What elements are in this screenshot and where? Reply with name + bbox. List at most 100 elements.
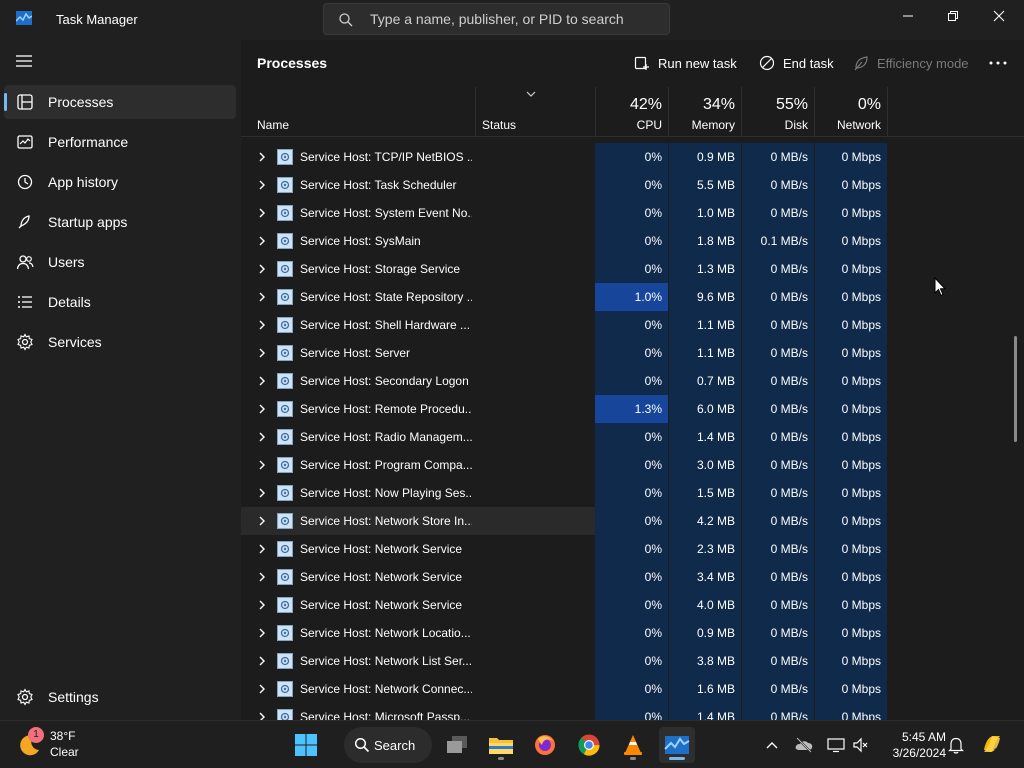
search-input[interactable]	[370, 9, 660, 29]
table-row[interactable]: Service Host: Microsoft Passp... 0% 1.4 MB…	[241, 703, 887, 720]
network-column-header[interactable]: 0% Network	[814, 87, 887, 137]
chevron-right-icon[interactable]	[257, 600, 267, 610]
chevron-right-icon[interactable]	[257, 656, 267, 666]
table-row[interactable]: Service Host: Network Service 0% 4.0 MB 0 M…	[241, 591, 887, 619]
table-row[interactable]: Service Host: Network Service 0% 3.4 MB 0 M…	[241, 563, 887, 591]
efficiency-mode-button[interactable]: Efficiency mode	[853, 50, 969, 76]
table-row[interactable]: Service Host: Remote Procedu... 1.3% 6.0 M…	[241, 395, 887, 423]
disk-cell: 0 MB/s	[741, 367, 814, 395]
table-row[interactable]: Service Host: Secondary Logon 0% 0.7 MB 0 M…	[241, 367, 887, 395]
search-box[interactable]	[323, 3, 670, 35]
table-row[interactable]: Service Host: System Event No... 0% 1.0 MB…	[241, 199, 887, 227]
svg-text:PRE: PRE	[994, 748, 1004, 755]
table-row[interactable]: Service Host: Shell Hardware ... 0% 1.1 MB…	[241, 311, 887, 339]
restore-button[interactable]	[930, 0, 976, 32]
close-button[interactable]	[976, 0, 1022, 32]
task-view-button[interactable]	[439, 727, 475, 763]
sidebar-item-app-history[interactable]: App history	[4, 165, 236, 199]
chevron-right-icon[interactable]	[257, 432, 267, 442]
chevron-right-icon[interactable]	[257, 320, 267, 330]
memory-column-header[interactable]: 34% Memory	[668, 87, 741, 137]
tray-volume-button[interactable]	[851, 735, 871, 755]
sidebar-item-users[interactable]: Users	[4, 245, 236, 279]
chrome-button[interactable]	[571, 727, 607, 763]
table-row[interactable]: Service Host: Network Service 0% 2.3 MB 0 M…	[241, 535, 887, 563]
table-row[interactable]: Service Host: Network List Ser... 0% 3.8 M…	[241, 647, 887, 675]
file-explorer-button[interactable]	[483, 727, 519, 763]
chevron-right-icon[interactable]	[257, 376, 267, 386]
table-row[interactable]: Service Host: Network Locatio... 0% 0.9 MB…	[241, 619, 887, 647]
chevron-right-icon[interactable]	[257, 264, 267, 274]
tray-display-button[interactable]	[826, 735, 846, 755]
hamburger-menu-icon[interactable]	[14, 52, 34, 70]
chevron-right-icon[interactable]	[257, 572, 267, 582]
table-row[interactable]: Service Host: Now Playing Ses... 0% 1.5 MB…	[241, 479, 887, 507]
chevron-right-icon[interactable]	[257, 712, 267, 720]
name-column-header[interactable]: Name	[241, 87, 475, 137]
chevron-right-icon[interactable]	[257, 152, 267, 162]
sidebar-item-performance[interactable]: Performance	[4, 125, 236, 159]
process-name: Service Host: Network Connec...	[300, 682, 472, 696]
status-column-header[interactable]: Status	[466, 87, 595, 137]
more-options-button[interactable]	[983, 50, 1013, 76]
sidebar-item-details[interactable]: Details	[4, 285, 236, 319]
cpu-cell: 0%	[595, 507, 668, 535]
chevron-right-icon[interactable]	[257, 236, 267, 246]
sidebar-item-settings[interactable]: Settings	[4, 680, 236, 714]
taskbar-search-button[interactable]: Search	[344, 727, 432, 763]
memory-column-label: Memory	[691, 118, 735, 132]
table-row[interactable]: Service Host: Server 0% 1.1 MB 0 MB/s 0 Mbps	[241, 339, 887, 367]
copilot-button[interactable]: PRE	[980, 732, 1004, 756]
service-host-icon	[277, 541, 293, 557]
notifications-button[interactable]	[946, 735, 966, 755]
network-cell: 0 Mbps	[814, 367, 887, 395]
firefox-button[interactable]	[527, 727, 563, 763]
process-name: Service Host: SysMain	[300, 234, 421, 248]
table-row[interactable]: Service Host: Network Connec... 0% 1.6 MB 0…	[241, 675, 887, 703]
tray-network-status-button[interactable]	[794, 735, 814, 755]
end-task-button[interactable]: End task	[759, 50, 834, 76]
chevron-right-icon[interactable]	[257, 348, 267, 358]
disk-cell: 0 MB/s	[741, 199, 814, 227]
startup-apps-icon	[18, 215, 30, 229]
chevron-right-icon[interactable]	[257, 516, 267, 526]
clock[interactable]: 5:45 AM 3/26/2024	[880, 729, 946, 761]
chevron-right-icon[interactable]	[257, 684, 267, 694]
cpu-column-header[interactable]: 42% CPU	[595, 87, 668, 137]
table-row[interactable]: Service Host: SysMain 0% 1.8 MB 0.1 MB/s 0 M…	[241, 227, 887, 255]
service-host-icon	[277, 317, 293, 333]
table-row[interactable]: Service Host: State Repository ... 1.0% 9.…	[241, 283, 887, 311]
sidebar-item-startup-apps[interactable]: Startup apps	[4, 205, 236, 239]
service-host-icon	[277, 401, 293, 417]
memory-cell: 4.2 MB	[668, 507, 741, 535]
weather-widget[interactable]: 1 38°F Clear	[16, 727, 126, 763]
vertical-scrollbar[interactable]	[1014, 336, 1017, 442]
table-row[interactable]: Service Host: Storage Service 0% 1.3 MB 0 M…	[241, 255, 887, 283]
run-new-task-icon	[634, 56, 649, 70]
chevron-right-icon[interactable]	[257, 628, 267, 638]
chevron-right-icon[interactable]	[257, 180, 267, 190]
chevron-right-icon[interactable]	[257, 404, 267, 414]
show-hidden-icons-button[interactable]	[762, 735, 782, 755]
chevron-right-icon[interactable]	[257, 544, 267, 554]
task-manager-taskbar-button[interactable]	[659, 727, 695, 763]
sidebar-item-services[interactable]: Services	[4, 325, 236, 359]
name-column-label: Name	[257, 118, 290, 132]
table-row[interactable]: Service Host: Program Compa... 0% 3.0 MB 0 …	[241, 451, 887, 479]
chevron-right-icon[interactable]	[257, 292, 267, 302]
table-row[interactable]: Service Host: Network Store In... 0% 4.2 M…	[241, 507, 887, 535]
start-button[interactable]	[288, 727, 324, 763]
sidebar-item-processes[interactable]: Processes	[4, 85, 236, 119]
disk-cell: 0 MB/s	[741, 255, 814, 283]
chevron-right-icon[interactable]	[257, 488, 267, 498]
table-row[interactable]: Service Host: Task Scheduler 0% 5.5 MB 0 MB…	[241, 171, 887, 199]
disk-column-header[interactable]: 55% Disk	[741, 87, 814, 137]
speaker-muted-icon	[853, 737, 868, 753]
run-new-task-button[interactable]: Run new task	[634, 50, 737, 76]
table-row[interactable]: Service Host: TCP/IP NetBIOS ... 0% 0.9 MB…	[241, 143, 887, 171]
chevron-right-icon[interactable]	[257, 208, 267, 218]
table-row[interactable]: Service Host: Radio Managem... 0% 1.4 MB 0 …	[241, 423, 887, 451]
vlc-button[interactable]	[615, 727, 651, 763]
chevron-right-icon[interactable]	[257, 460, 267, 470]
minimize-button[interactable]	[885, 0, 931, 32]
